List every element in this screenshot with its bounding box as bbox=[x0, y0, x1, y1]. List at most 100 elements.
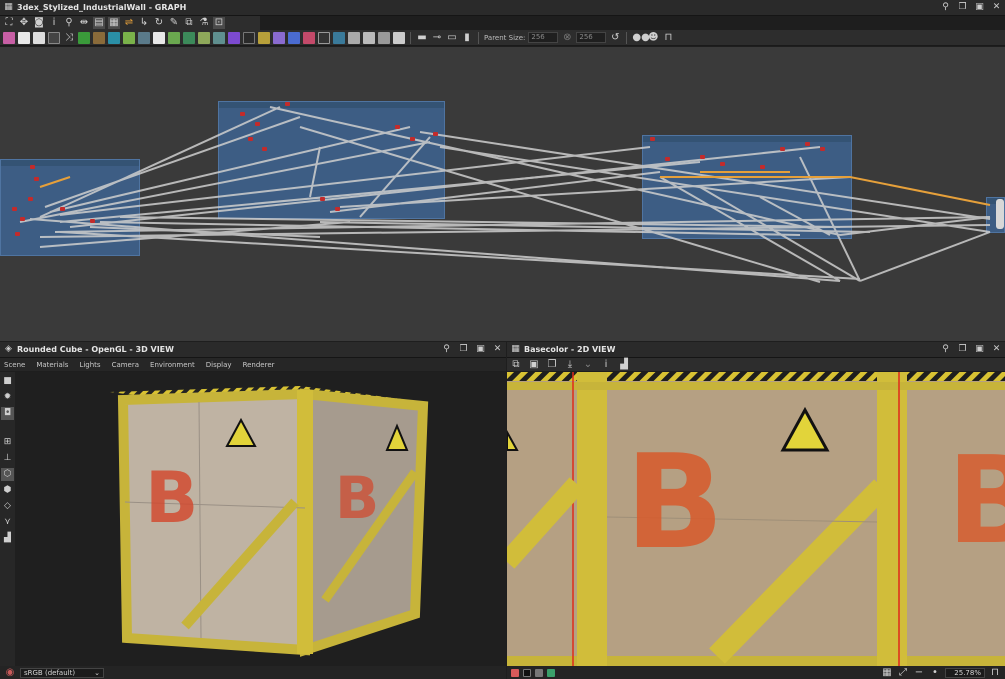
graph-node[interactable] bbox=[395, 125, 400, 129]
histogram-icon[interactable]: ▟ bbox=[618, 359, 630, 371]
menu-materials[interactable]: Materials bbox=[36, 361, 68, 369]
graph-node[interactable] bbox=[720, 162, 725, 166]
maximize-icon[interactable]: ▣ bbox=[975, 345, 984, 354]
tile-node-icon[interactable] bbox=[153, 31, 165, 44]
channel-green-icon[interactable] bbox=[547, 668, 555, 677]
graph-node[interactable] bbox=[780, 147, 785, 151]
crop-icon[interactable]: ⊡ bbox=[213, 17, 225, 29]
copy-icon[interactable]: ⧉ bbox=[510, 359, 522, 371]
graph-node[interactable] bbox=[30, 165, 35, 169]
info-icon[interactable]: i bbox=[600, 359, 612, 371]
graph-node[interactable] bbox=[820, 147, 825, 151]
graph-node[interactable] bbox=[248, 137, 253, 141]
color-node-icon[interactable] bbox=[228, 31, 240, 44]
lock-icon[interactable]: ⊓ bbox=[989, 667, 1001, 679]
float-window-icon[interactable]: ❐ bbox=[958, 3, 967, 12]
text-node-icon[interactable] bbox=[273, 31, 285, 44]
comment-icon[interactable]: ▬ bbox=[416, 32, 428, 44]
graph-node[interactable] bbox=[12, 207, 17, 211]
grid-view-icon[interactable]: ▦ bbox=[881, 667, 893, 679]
graph-node[interactable] bbox=[28, 197, 33, 201]
view3d-viewport[interactable]: B B bbox=[15, 372, 506, 666]
blur-node-icon[interactable] bbox=[138, 31, 150, 44]
axis-icon[interactable]: ⊥ bbox=[1, 452, 14, 465]
tangent-icon[interactable]: ⋎ bbox=[1, 516, 14, 529]
histogram-icon[interactable]: ▟ bbox=[1, 532, 14, 545]
maximize-icon[interactable]: ▣ bbox=[975, 3, 984, 12]
normal-node-icon[interactable] bbox=[168, 31, 180, 44]
menu-renderer[interactable]: Renderer bbox=[243, 361, 275, 369]
float-window-icon[interactable]: ❐ bbox=[958, 345, 967, 354]
curve-node-icon[interactable] bbox=[78, 31, 90, 44]
channel-red-icon[interactable] bbox=[511, 668, 519, 677]
graph-node[interactable] bbox=[805, 142, 810, 146]
graph-node[interactable] bbox=[700, 155, 705, 159]
zoom-dot-icon[interactable]: • bbox=[929, 667, 941, 679]
light-bulb-icon[interactable]: ✹ bbox=[1, 391, 14, 404]
graph-node[interactable] bbox=[665, 157, 670, 161]
save-icon[interactable]: ▣ bbox=[528, 359, 540, 371]
layout-icon[interactable]: ▤ bbox=[93, 17, 105, 29]
mesh-icon[interactable]: ⬡ bbox=[1, 468, 14, 481]
link-icon[interactable]: ⇹ bbox=[78, 17, 90, 29]
graph-node[interactable] bbox=[760, 165, 765, 169]
graph-node[interactable] bbox=[410, 137, 415, 141]
microphone-icon[interactable]: ▮ bbox=[461, 32, 473, 44]
comment-node-icon[interactable] bbox=[348, 31, 360, 44]
graph-node[interactable] bbox=[20, 217, 25, 221]
connect-icon[interactable]: ⇌ bbox=[123, 17, 135, 29]
channel-gray-icon[interactable] bbox=[535, 668, 543, 677]
uv-icon[interactable]: ⊞ bbox=[1, 436, 14, 449]
wireframe-icon[interactable]: ⬢ bbox=[1, 484, 14, 497]
parent-size-width-field[interactable]: 256 bbox=[528, 32, 559, 43]
compute-icon[interactable]: ●● bbox=[632, 32, 649, 44]
info-icon[interactable]: i bbox=[48, 17, 60, 29]
close-icon[interactable]: ✕ bbox=[992, 3, 1001, 12]
view2d-viewport[interactable]: B B bbox=[507, 372, 1005, 666]
graph-node[interactable] bbox=[34, 177, 39, 181]
emboss-node-icon[interactable] bbox=[213, 31, 225, 44]
export-image-icon[interactable]: ⤓ bbox=[564, 359, 576, 371]
shuffle-icon[interactable]: ⤨ bbox=[63, 32, 75, 44]
video-camera-icon[interactable]: ■ bbox=[1, 375, 14, 388]
move-icon[interactable]: ✥ bbox=[18, 17, 30, 29]
height-node-icon[interactable] bbox=[183, 31, 195, 44]
pin-node-icon[interactable] bbox=[363, 31, 375, 44]
tools-icon[interactable]: ✎ bbox=[168, 17, 180, 29]
search-icon[interactable]: ⚲ bbox=[63, 17, 75, 29]
input-node-icon[interactable] bbox=[318, 31, 330, 44]
reset-icon[interactable]: ↺ bbox=[609, 32, 621, 44]
navigation-icon[interactable]: ⊸ bbox=[431, 32, 443, 44]
close-icon[interactable]: ✕ bbox=[992, 345, 1001, 354]
zoom-field[interactable]: 25.78% bbox=[945, 667, 985, 678]
person-icon[interactable]: ☻ bbox=[647, 32, 659, 44]
pin-icon[interactable]: ⚲ bbox=[941, 345, 950, 354]
grid-icon[interactable]: ▦ bbox=[108, 17, 120, 29]
graph-node[interactable] bbox=[60, 207, 65, 211]
transform-node-icon[interactable] bbox=[108, 31, 120, 44]
colorspace-select[interactable]: sRGB (default) ⌄ bbox=[20, 667, 104, 678]
graph-node[interactable] bbox=[650, 137, 655, 141]
graph-node[interactable] bbox=[90, 219, 95, 223]
camera-icon[interactable]: ◙ bbox=[33, 17, 45, 29]
graph-node[interactable] bbox=[335, 207, 340, 211]
svg-node-icon[interactable] bbox=[288, 31, 300, 44]
hierarchy-icon[interactable]: ⊓ bbox=[662, 32, 674, 44]
menu-display[interactable]: Display bbox=[206, 361, 232, 369]
frame-all-icon[interactable]: ⛶ bbox=[3, 17, 15, 29]
menu-scene[interactable]: Scene bbox=[4, 361, 25, 369]
gradient-node-icon[interactable] bbox=[93, 31, 105, 44]
zoom-out-icon[interactable]: − bbox=[913, 667, 925, 679]
fx-map-node-icon[interactable] bbox=[243, 31, 255, 44]
graph-node[interactable] bbox=[15, 232, 20, 236]
graph-canvas[interactable] bbox=[0, 47, 1005, 341]
close-icon[interactable]: ✕ bbox=[493, 345, 502, 354]
uniform-node-icon[interactable] bbox=[18, 31, 30, 44]
graph-node[interactable] bbox=[240, 112, 245, 116]
maximize-icon[interactable]: ▣ bbox=[476, 345, 485, 354]
flask-icon[interactable]: ⚗ bbox=[198, 17, 210, 29]
paste-icon[interactable]: ❐ bbox=[546, 359, 558, 371]
channel-black-icon[interactable] bbox=[523, 668, 531, 677]
pin-icon[interactable]: ⚲ bbox=[442, 345, 451, 354]
dropdown-icon[interactable]: ⌄ bbox=[582, 359, 594, 371]
